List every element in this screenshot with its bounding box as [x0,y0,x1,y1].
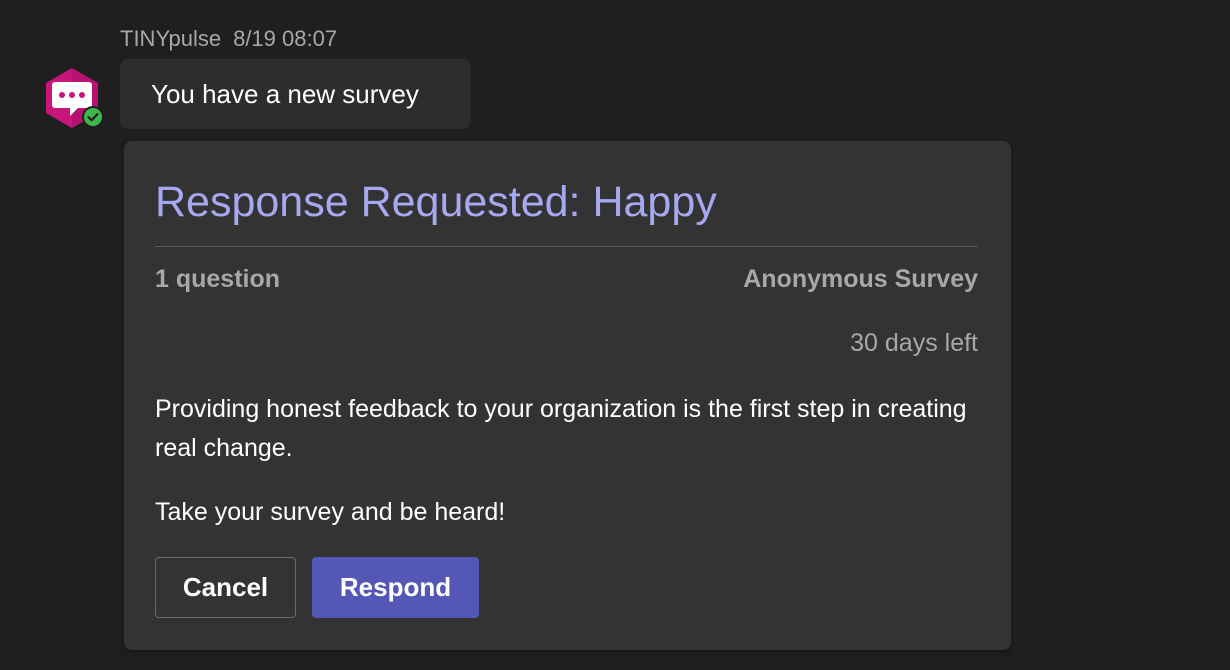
time-left: 30 days left [850,329,978,357]
card-title: Response Requested: Happy [155,178,717,226]
survey-card: Response Requested: Happy 1 question Ano… [124,141,1011,650]
cancel-button[interactable]: Cancel [155,557,296,618]
card-cta-text: Take your survey and be heard! [155,498,506,526]
message-header: TINYpulse 8/19 08:07 [120,26,337,52]
respond-button[interactable]: Respond [312,557,479,618]
message-text: You have a new survey [151,79,419,109]
question-count: 1 question [155,265,281,293]
message-timestamp: 8/19 08:07 [233,26,338,51]
message-bubble: You have a new survey [120,59,471,129]
sender-name: TINYpulse [120,26,222,51]
available-check-icon [82,106,104,128]
card-body-text: Providing honest feedback to your organi… [155,395,967,462]
survey-type: Anonymous Survey [743,265,978,293]
card-divider [155,246,978,247]
